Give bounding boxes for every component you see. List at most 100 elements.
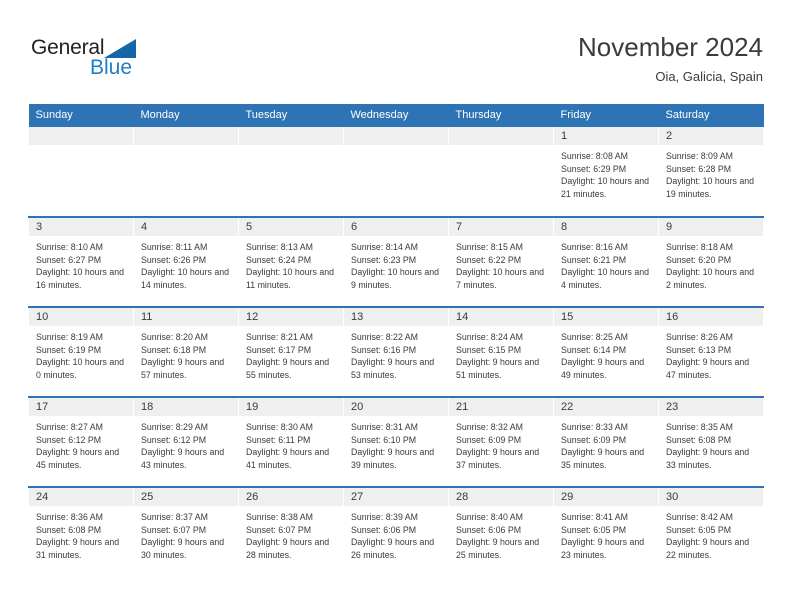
- day-details: Sunrise: 8:19 AM Sunset: 6:19 PM Daylight:…: [29, 326, 133, 381]
- weekday-header-sunday: Sunday: [28, 104, 134, 127]
- sunset-text: Sunset: 6:09 PM: [456, 434, 522, 445]
- day-details: Sunrise: 8:16 AM Sunset: 6:21 PM Daylight:…: [554, 236, 658, 291]
- day-details: Sunrise: 8:26 AM Sunset: 6:13 PM Daylight:…: [659, 326, 763, 381]
- sunset-text: Sunset: 6:26 PM: [141, 254, 207, 265]
- day-details: Sunrise: 8:09 AM Sunset: 6:28 PM Daylight:…: [659, 145, 763, 200]
- calendar-day-cell[interactable]: 30 Sunrise: 8:42 AM Sunset: 6:05 PM Dayligh…: [658, 486, 764, 577]
- day-cell-inner: 2 Sunrise: 8:09 AM Sunset: 6:28 PM Daylight…: [659, 127, 763, 216]
- calendar-table: Sunday Monday Tuesday Wednesday Thursday…: [28, 104, 764, 577]
- sunrise-text: Sunrise: 8:41 AM: [561, 512, 628, 522]
- calendar-day-cell[interactable]: 17 Sunrise: 8:27 AM Sunset: 6:12 PM Dayligh…: [28, 396, 134, 487]
- daylight-text: Daylight: 9 hours and 33 minutes.: [666, 447, 750, 470]
- daylight-text: Daylight: 9 hours and 25 minutes.: [456, 537, 540, 560]
- sunset-text: Sunset: 6:12 PM: [141, 434, 207, 445]
- day-details: Sunrise: 8:41 AM Sunset: 6:05 PM Daylight:…: [554, 506, 658, 561]
- calendar-day-cell[interactable]: 14 Sunrise: 8:24 AM Sunset: 6:15 PM Dayligh…: [448, 306, 554, 397]
- daylight-text: Daylight: 9 hours and 30 minutes.: [141, 537, 225, 560]
- calendar-day-cell[interactable]: 20 Sunrise: 8:31 AM Sunset: 6:10 PM Dayligh…: [343, 396, 449, 487]
- day-details: Sunrise: 8:39 AM Sunset: 6:06 PM Daylight:…: [344, 506, 448, 561]
- calendar-week-row: 17 Sunrise: 8:27 AM Sunset: 6:12 PM Dayligh…: [28, 396, 764, 487]
- calendar-day-cell[interactable]: 8 Sunrise: 8:16 AM Sunset: 6:21 PM Daylight…: [553, 216, 659, 307]
- sunset-text: Sunset: 6:05 PM: [666, 524, 732, 535]
- day-cell-inner: [239, 127, 343, 216]
- sunset-text: Sunset: 6:09 PM: [561, 434, 627, 445]
- day-cell-inner: 6 Sunrise: 8:14 AM Sunset: 6:23 PM Daylight…: [344, 218, 448, 306]
- daylight-text: Daylight: 10 hours and 9 minutes.: [351, 267, 440, 290]
- general-blue-logo[interactable]: General Blue: [31, 36, 221, 88]
- calendar-day-cell[interactable]: 1 Sunrise: 8:08 AM Sunset: 6:29 PM Daylight…: [553, 127, 659, 217]
- sunset-text: Sunset: 6:13 PM: [666, 344, 732, 355]
- calendar-day-cell[interactable]: 16 Sunrise: 8:26 AM Sunset: 6:13 PM Dayligh…: [658, 306, 764, 397]
- calendar-week-row: 10 Sunrise: 8:19 AM Sunset: 6:19 PM Dayligh…: [28, 306, 764, 397]
- daylight-text: Daylight: 10 hours and 16 minutes.: [36, 267, 125, 290]
- sunset-text: Sunset: 6:28 PM: [666, 163, 732, 174]
- calendar-day-cell[interactable]: 21 Sunrise: 8:32 AM Sunset: 6:09 PM Dayligh…: [448, 396, 554, 487]
- day-cell-inner: 7 Sunrise: 8:15 AM Sunset: 6:22 PM Daylight…: [449, 218, 553, 306]
- page-header: General Blue November 2024 Oia, Galicia,…: [0, 0, 792, 96]
- day-details: Sunrise: 8:37 AM Sunset: 6:07 PM Daylight:…: [134, 506, 238, 561]
- calendar-day-cell[interactable]: 25 Sunrise: 8:37 AM Sunset: 6:07 PM Dayligh…: [133, 486, 239, 577]
- calendar-day-cell[interactable]: 27 Sunrise: 8:39 AM Sunset: 6:06 PM Dayligh…: [343, 486, 449, 577]
- calendar-day-cell[interactable]: 24 Sunrise: 8:36 AM Sunset: 6:08 PM Dayligh…: [28, 486, 134, 577]
- sunrise-text: Sunrise: 8:14 AM: [351, 242, 418, 252]
- calendar-day-cell[interactable]: 7 Sunrise: 8:15 AM Sunset: 6:22 PM Daylight…: [448, 216, 554, 307]
- sunset-text: Sunset: 6:07 PM: [141, 524, 207, 535]
- daylight-text: Daylight: 9 hours and 41 minutes.: [246, 447, 330, 470]
- title-block: November 2024 Oia, Galicia, Spain: [578, 32, 763, 85]
- sunrise-text: Sunrise: 8:18 AM: [666, 242, 733, 252]
- sunset-text: Sunset: 6:18 PM: [141, 344, 207, 355]
- daylight-text: Daylight: 9 hours and 28 minutes.: [246, 537, 330, 560]
- daylight-text: Daylight: 9 hours and 43 minutes.: [141, 447, 225, 470]
- day-details: Sunrise: 8:27 AM Sunset: 6:12 PM Daylight:…: [29, 416, 133, 471]
- day-cell-inner: 20 Sunrise: 8:31 AM Sunset: 6:10 PM Dayligh…: [344, 398, 448, 486]
- day-cell-inner: 5 Sunrise: 8:13 AM Sunset: 6:24 PM Daylight…: [239, 218, 343, 306]
- day-number: 25: [134, 488, 238, 506]
- calendar-day-cell[interactable]: 23 Sunrise: 8:35 AM Sunset: 6:08 PM Dayligh…: [658, 396, 764, 487]
- sunrise-text: Sunrise: 8:42 AM: [666, 512, 733, 522]
- calendar-day-cell[interactable]: 28 Sunrise: 8:40 AM Sunset: 6:06 PM Dayligh…: [448, 486, 554, 577]
- day-cell-inner: 1 Sunrise: 8:08 AM Sunset: 6:29 PM Daylight…: [554, 127, 658, 216]
- calendar-day-cell[interactable]: 12 Sunrise: 8:21 AM Sunset: 6:17 PM Dayligh…: [238, 306, 344, 397]
- day-number: 23: [659, 398, 763, 416]
- calendar-week-row: 3 Sunrise: 8:10 AM Sunset: 6:27 PM Daylight…: [28, 216, 764, 307]
- day-cell-inner: [134, 127, 238, 216]
- calendar-day-cell[interactable]: 11 Sunrise: 8:20 AM Sunset: 6:18 PM Dayligh…: [133, 306, 239, 397]
- day-number: 27: [344, 488, 448, 506]
- day-cell-inner: 23 Sunrise: 8:35 AM Sunset: 6:08 PM Dayligh…: [659, 398, 763, 486]
- day-number: [344, 127, 448, 145]
- calendar-day-cell[interactable]: 18 Sunrise: 8:29 AM Sunset: 6:12 PM Dayligh…: [133, 396, 239, 487]
- sunrise-text: Sunrise: 8:09 AM: [666, 151, 733, 161]
- weekday-header-row: Sunday Monday Tuesday Wednesday Thursday…: [28, 104, 764, 127]
- calendar-cell-empty: [238, 127, 344, 217]
- day-number: 30: [659, 488, 763, 506]
- calendar-day-cell[interactable]: 4 Sunrise: 8:11 AM Sunset: 6:26 PM Daylight…: [133, 216, 239, 307]
- calendar-day-cell[interactable]: 13 Sunrise: 8:22 AM Sunset: 6:16 PM Dayligh…: [343, 306, 449, 397]
- weekday-header-tuesday: Tuesday: [238, 104, 344, 127]
- day-number: 19: [239, 398, 343, 416]
- day-cell-inner: 8 Sunrise: 8:16 AM Sunset: 6:21 PM Daylight…: [554, 218, 658, 306]
- daylight-text: Daylight: 10 hours and 2 minutes.: [666, 267, 755, 290]
- calendar-day-cell[interactable]: 2 Sunrise: 8:09 AM Sunset: 6:28 PM Daylight…: [658, 127, 764, 217]
- daylight-text: Daylight: 10 hours and 14 minutes.: [141, 267, 230, 290]
- day-number: 12: [239, 308, 343, 326]
- calendar-day-cell[interactable]: 6 Sunrise: 8:14 AM Sunset: 6:23 PM Daylight…: [343, 216, 449, 307]
- calendar-day-cell[interactable]: 9 Sunrise: 8:18 AM Sunset: 6:20 PM Daylight…: [658, 216, 764, 307]
- calendar-day-cell[interactable]: 26 Sunrise: 8:38 AM Sunset: 6:07 PM Dayligh…: [238, 486, 344, 577]
- calendar-day-cell[interactable]: 29 Sunrise: 8:41 AM Sunset: 6:05 PM Dayligh…: [553, 486, 659, 577]
- calendar-day-cell[interactable]: 15 Sunrise: 8:25 AM Sunset: 6:14 PM Dayligh…: [553, 306, 659, 397]
- day-number: 2: [659, 127, 763, 145]
- calendar-day-cell[interactable]: 5 Sunrise: 8:13 AM Sunset: 6:24 PM Daylight…: [238, 216, 344, 307]
- sunset-text: Sunset: 6:14 PM: [561, 344, 627, 355]
- day-details: Sunrise: 8:22 AM Sunset: 6:16 PM Daylight:…: [344, 326, 448, 381]
- day-cell-inner: 21 Sunrise: 8:32 AM Sunset: 6:09 PM Dayligh…: [449, 398, 553, 486]
- calendar-day-cell[interactable]: 10 Sunrise: 8:19 AM Sunset: 6:19 PM Dayligh…: [28, 306, 134, 397]
- day-cell-inner: 22 Sunrise: 8:33 AM Sunset: 6:09 PM Dayligh…: [554, 398, 658, 486]
- daylight-text: Daylight: 9 hours and 39 minutes.: [351, 447, 435, 470]
- calendar-day-cell[interactable]: 22 Sunrise: 8:33 AM Sunset: 6:09 PM Dayligh…: [553, 396, 659, 487]
- weekday-header-friday: Friday: [553, 104, 659, 127]
- calendar-day-cell[interactable]: 19 Sunrise: 8:30 AM Sunset: 6:11 PM Dayligh…: [238, 396, 344, 487]
- sunset-text: Sunset: 6:16 PM: [351, 344, 417, 355]
- day-cell-inner: 4 Sunrise: 8:11 AM Sunset: 6:26 PM Daylight…: [134, 218, 238, 306]
- sunset-text: Sunset: 6:06 PM: [351, 524, 417, 535]
- calendar-day-cell[interactable]: 3 Sunrise: 8:10 AM Sunset: 6:27 PM Daylight…: [28, 216, 134, 307]
